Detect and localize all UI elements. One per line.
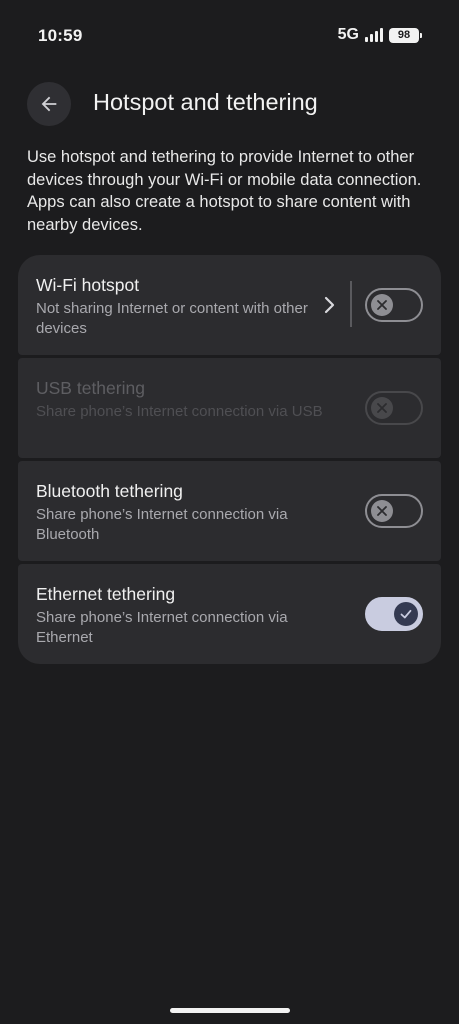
usb-tethering-summary: Share phone’s Internet connection via US…: [36, 403, 323, 420]
wifi-hotspot-toggle[interactable]: [365, 288, 423, 322]
check-icon: [394, 602, 418, 626]
usb-tethering-toggle: [365, 391, 423, 425]
wifi-hotspot-summary: Not sharing Internet or content with oth…: [36, 300, 308, 337]
ethernet-tethering-summary: Share phone’s Internet connection via Et…: [36, 609, 288, 646]
usb-tethering-row: USB tethering Share phone’s Internet con…: [18, 358, 441, 458]
back-button[interactable]: [27, 82, 71, 126]
bluetooth-tethering-row[interactable]: Bluetooth tethering Share phone’s Intern…: [18, 461, 441, 561]
bluetooth-tethering-toggle[interactable]: [365, 494, 423, 528]
battery-icon: 98: [389, 27, 422, 43]
gesture-navigation-bar[interactable]: [170, 1008, 290, 1013]
status-bar: 10:59 5G 98: [0, 0, 459, 72]
close-icon: [371, 500, 393, 522]
wifi-hotspot-row[interactable]: Wi-Fi hotspot Not sharing Internet or co…: [18, 255, 441, 355]
status-icons: 5G 98: [337, 26, 422, 44]
ethernet-tethering-row[interactable]: Ethernet tethering Share phone’s Interne…: [18, 564, 441, 664]
usb-tethering-title: USB tethering: [36, 378, 145, 398]
wifi-hotspot-title: Wi-Fi hotspot: [36, 275, 140, 295]
bluetooth-tethering-summary: Share phone’s Internet connection via Bl…: [36, 506, 288, 543]
bluetooth-tethering-title: Bluetooth tethering: [36, 481, 183, 501]
chevron-right-icon: [320, 293, 338, 317]
status-time: 10:59: [38, 26, 83, 45]
arrow-back-icon: [41, 96, 57, 112]
settings-list: Wi-Fi hotspot Not sharing Internet or co…: [18, 255, 441, 664]
ethernet-tethering-toggle[interactable]: [365, 597, 423, 631]
divider: [350, 281, 352, 327]
close-icon: [371, 294, 393, 316]
battery-level: 98: [397, 29, 411, 41]
close-icon: [371, 397, 393, 419]
network-type: 5G: [337, 26, 359, 43]
page-title: Hotspot and tethering: [93, 89, 318, 115]
signal-icon: [365, 28, 383, 42]
page-description: Use hotspot and tethering to provide Int…: [27, 148, 422, 234]
ethernet-tethering-title: Ethernet tethering: [36, 584, 176, 604]
